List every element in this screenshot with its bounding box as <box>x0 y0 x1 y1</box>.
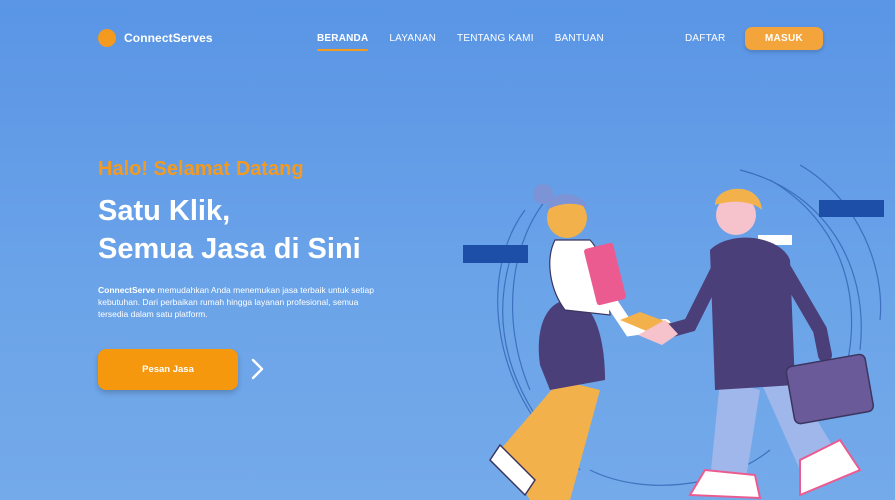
register-link[interactable]: DAFTAR <box>685 33 725 44</box>
chevron-right-icon[interactable] <box>249 356 267 382</box>
hero-headline: Satu Klik, Semua Jasa di Sini <box>98 192 361 268</box>
order-service-button[interactable]: Pesan Jasa <box>98 349 238 390</box>
main-menu: BERANDA LAYANAN TENTANG KAMI BANTUAN <box>317 33 604 51</box>
hero-greeting: Halo! Selamat Datang <box>98 158 304 180</box>
deco-bar-right <box>819 200 884 217</box>
brand-logo[interactable]: ConnectServes <box>98 29 213 47</box>
nav-item-bantuan[interactable]: BANTUAN <box>555 33 604 50</box>
hero-description-brand: ConnectServe <box>98 285 156 295</box>
brand-name: ConnectServes <box>124 31 213 45</box>
deco-bar-left <box>463 245 528 263</box>
hero-description: ConnectServe memudahkan Anda menemukan j… <box>98 284 378 320</box>
login-button[interactable]: MASUK <box>745 27 823 50</box>
hero-headline-line1: Satu Klik, <box>98 195 231 227</box>
nav-item-layanan[interactable]: LAYANAN <box>389 33 436 50</box>
hero-headline-line2: Semua Jasa di Sini <box>98 233 361 265</box>
man-figure <box>638 188 875 500</box>
logo-circle-icon <box>98 29 116 47</box>
nav-item-tentang-kami[interactable]: TENTANG KAMI <box>457 33 534 50</box>
handshake-illustration <box>463 164 884 500</box>
woman-figure <box>489 184 675 500</box>
nav-item-beranda[interactable]: BERANDA <box>317 33 369 51</box>
top-navbar: ConnectServes BERANDA LAYANAN TENTANG KA… <box>0 0 895 80</box>
